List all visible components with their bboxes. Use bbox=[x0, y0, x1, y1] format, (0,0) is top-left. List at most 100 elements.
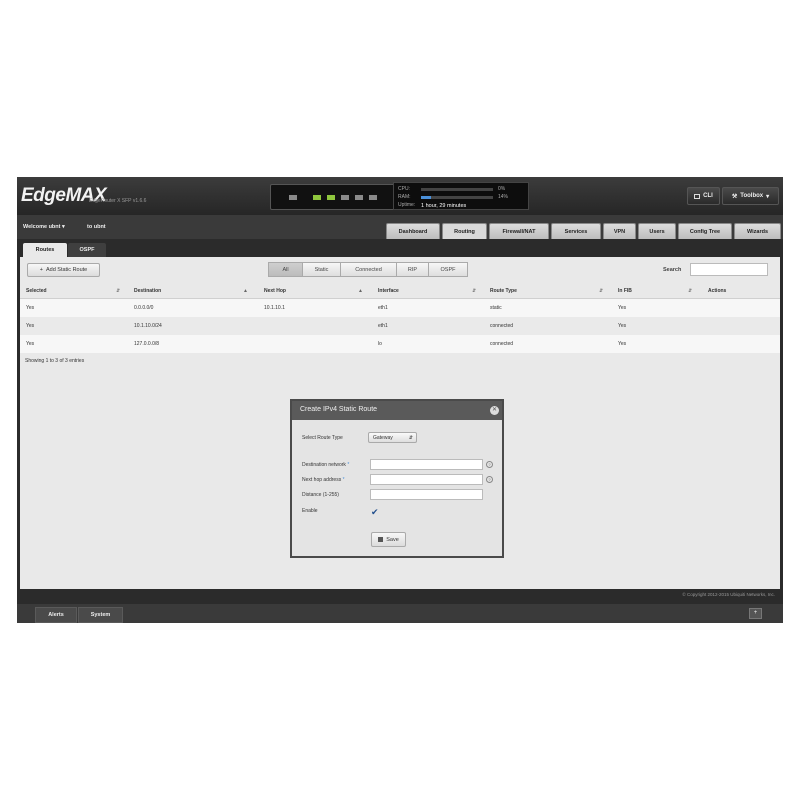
table-row[interactable]: Yes 127.0.0.0/8 lo connected Yes bbox=[20, 335, 780, 353]
wrench-icon: ⚒ bbox=[731, 193, 738, 200]
copyright-text: © Copyright 2012-2015 Ubiquiti Networks,… bbox=[682, 592, 775, 597]
dialog-title: Create IPv4 Static Route bbox=[300, 406, 378, 413]
cell-interface: eth1 bbox=[378, 305, 388, 311]
cell-in-fib: Yes bbox=[618, 323, 627, 329]
device-model: EdgeRouter X SFP v1.6.6 bbox=[89, 198, 147, 204]
ram-bar-fill bbox=[421, 196, 432, 199]
ram-label: RAM: bbox=[398, 194, 411, 200]
subtab-routes[interactable]: Routes bbox=[23, 243, 67, 257]
route-type-select[interactable]: Gateway ⇵ bbox=[368, 432, 417, 443]
to-user-label: to ubnt bbox=[87, 224, 106, 230]
col-selected[interactable]: Selected bbox=[26, 288, 47, 294]
terminal-icon bbox=[694, 193, 701, 199]
top-header: EdgeMAX EdgeRouter X SFP v1.6.6 CPU: 0% … bbox=[17, 177, 783, 215]
filter-static-button[interactable]: Static bbox=[302, 262, 341, 277]
next-hop-text: Next hop address bbox=[302, 477, 342, 483]
destination-network-label: Destination network * bbox=[302, 462, 349, 468]
toolbox-button[interactable]: ⚒ Toolbox ▾ bbox=[722, 187, 779, 205]
port-5-icon bbox=[369, 195, 377, 200]
cell-next-hop: 10.1.10.1 bbox=[264, 305, 285, 311]
col-destination[interactable]: Destination bbox=[134, 288, 161, 294]
route-filter-group: All Static Connected RIP OSPF bbox=[268, 262, 468, 277]
tab-routing[interactable]: Routing bbox=[442, 223, 487, 239]
bottom-bar: Alerts System + bbox=[17, 604, 783, 623]
uptime-label: Uptime: bbox=[398, 202, 416, 208]
col-route-type[interactable]: Route Type bbox=[490, 288, 517, 294]
add-static-route-label: Add Static Route bbox=[45, 267, 88, 273]
filter-rip-button[interactable]: RIP bbox=[396, 262, 429, 277]
cpu-label: CPU: bbox=[398, 186, 410, 192]
cell-route-type: connected bbox=[490, 323, 514, 329]
tab-vpn[interactable]: VPN bbox=[603, 223, 636, 239]
expand-icon[interactable]: + bbox=[749, 608, 762, 619]
required-mark: * bbox=[342, 477, 345, 483]
help-icon[interactable]: ? bbox=[486, 461, 493, 468]
routing-content: Routes OSPF + Add Static Route All Stati… bbox=[20, 239, 780, 589]
tab-firewall-nat[interactable]: Firewall/NAT bbox=[489, 223, 549, 239]
next-hop-input[interactable] bbox=[370, 474, 483, 485]
port-2-icon bbox=[327, 195, 335, 200]
cpu-value: 0% bbox=[498, 186, 506, 192]
cell-in-fib: Yes bbox=[618, 341, 627, 347]
cell-interface: eth1 bbox=[378, 323, 388, 329]
tab-wizards[interactable]: Wizards bbox=[734, 223, 781, 239]
enable-checkbox[interactable]: ✔ bbox=[371, 508, 379, 517]
add-static-route-button[interactable]: + Add Static Route bbox=[27, 263, 100, 277]
copyright-bar: © Copyright 2012-2015 Ubiquiti Networks,… bbox=[17, 589, 783, 601]
table-row[interactable]: Yes 10.1.10.0/24 eth1 connected Yes bbox=[20, 317, 780, 335]
cell-route-type: static bbox=[490, 305, 502, 311]
entries-count: Showing 1 to 3 of 3 entries bbox=[25, 358, 85, 364]
create-static-route-dialog: Create IPv4 Static Route ✕ Select Route … bbox=[290, 399, 504, 558]
col-next-hop[interactable]: Next Hop bbox=[264, 288, 286, 294]
cell-interface: lo bbox=[378, 341, 382, 347]
col-interface[interactable]: Interface bbox=[378, 288, 399, 294]
sort-icon[interactable]: ⇵ bbox=[472, 288, 476, 294]
tab-config-tree[interactable]: Config Tree bbox=[678, 223, 732, 239]
tab-system[interactable]: System bbox=[78, 607, 123, 623]
col-in-fib[interactable]: In FIB bbox=[618, 288, 632, 294]
route-type-label: Select Route Type bbox=[302, 435, 343, 441]
sort-asc-icon[interactable]: ▲ bbox=[243, 288, 248, 294]
chevron-down-icon: ▾ bbox=[766, 193, 770, 200]
edgemax-window: EdgeMAX EdgeRouter X SFP v1.6.6 CPU: 0% … bbox=[17, 177, 783, 623]
port-0-icon bbox=[289, 195, 297, 200]
filter-ospf-button[interactable]: OSPF bbox=[428, 262, 468, 277]
cli-label: CLI bbox=[703, 193, 713, 199]
toolbox-label: Toolbox bbox=[740, 193, 764, 199]
cli-button[interactable]: CLI bbox=[687, 187, 720, 205]
cell-route-type: connected bbox=[490, 341, 514, 347]
next-hop-label: Next hop address * bbox=[302, 477, 345, 483]
sort-icon[interactable]: ⇵ bbox=[116, 288, 120, 294]
ram-value: 14% bbox=[498, 194, 509, 200]
sort-icon[interactable]: ⇵ bbox=[688, 288, 692, 294]
port-4-icon bbox=[355, 195, 363, 200]
search-input[interactable] bbox=[690, 263, 768, 276]
select-arrows-icon: ⇵ bbox=[408, 435, 413, 441]
tab-services[interactable]: Services bbox=[551, 223, 601, 239]
sort-icon[interactable]: ⇵ bbox=[599, 288, 603, 294]
nav-bar: Welcome ubnt ▾ to ubnt Dashboard Routing… bbox=[17, 215, 783, 239]
tab-dashboard[interactable]: Dashboard bbox=[386, 223, 440, 239]
sort-asc-icon[interactable]: ▲ bbox=[358, 288, 363, 294]
help-icon[interactable]: ? bbox=[486, 476, 493, 483]
filter-connected-button[interactable]: Connected bbox=[340, 262, 397, 277]
distance-input[interactable] bbox=[370, 489, 483, 500]
welcome-user-dropdown[interactable]: Welcome ubnt ▾ bbox=[23, 224, 65, 230]
destination-network-input[interactable] bbox=[370, 459, 483, 470]
chevron-down-icon: ▾ bbox=[62, 224, 65, 230]
routing-subtabs: Routes OSPF bbox=[20, 239, 780, 257]
port-3-icon bbox=[341, 195, 349, 200]
cell-selected: Yes bbox=[26, 305, 35, 311]
filter-all-button[interactable]: All bbox=[268, 262, 303, 277]
port-status-panel bbox=[270, 184, 400, 210]
table-row[interactable]: Yes 0.0.0.0/0 10.1.10.1 eth1 static Yes bbox=[20, 299, 780, 317]
tab-users[interactable]: Users bbox=[638, 223, 676, 239]
cell-destination: 127.0.0.0/8 bbox=[134, 341, 160, 347]
dialog-header: Create IPv4 Static Route ✕ bbox=[292, 401, 502, 420]
close-icon[interactable]: ✕ bbox=[490, 406, 499, 415]
tab-alerts[interactable]: Alerts bbox=[35, 607, 77, 623]
enable-label: Enable bbox=[302, 508, 318, 514]
floppy-disk-icon bbox=[378, 537, 384, 542]
subtab-ospf[interactable]: OSPF bbox=[68, 243, 106, 257]
save-button[interactable]: Save bbox=[371, 532, 406, 547]
